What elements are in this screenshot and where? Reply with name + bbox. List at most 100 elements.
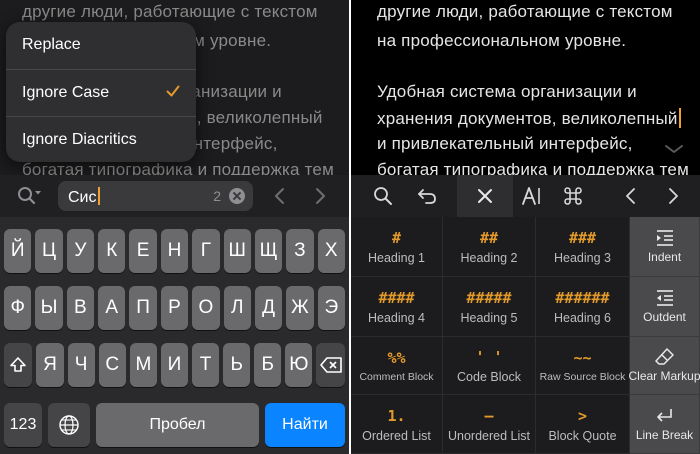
heading-4-button[interactable]: #### Heading 4 — [351, 277, 443, 337]
command-button[interactable] — [549, 175, 597, 217]
indent-button[interactable]: Indent — [630, 217, 700, 277]
heading-3-button[interactable]: ### Heading 3 — [536, 217, 630, 277]
button-label: Heading 5 — [460, 311, 518, 325]
key[interactable]: Ц — [35, 229, 63, 273]
keyboard: Й Ц У К Е Н Г Ш Щ З Х Ф Ы В А П Р О Л Д … — [0, 217, 349, 454]
menu-item-ignore-diacritics[interactable]: Ignore Diacritics — [6, 116, 196, 162]
text-format-button[interactable] — [507, 175, 555, 217]
key[interactable]: Т — [192, 343, 220, 387]
search-options-icon[interactable] — [16, 185, 42, 207]
shift-key[interactable] — [4, 343, 33, 387]
editor-line: другие люди, работающие с текстом — [22, 2, 318, 21]
key[interactable]: З — [286, 229, 314, 273]
globe-icon — [59, 415, 79, 435]
undo-button[interactable] — [403, 175, 451, 217]
key[interactable]: К — [98, 229, 126, 273]
clear-markup-button[interactable]: Clear Markup — [628, 337, 700, 395]
button-label: Heading 6 — [554, 311, 611, 325]
key[interactable]: Ж — [286, 286, 314, 330]
editor-text-area[interactable]: другие люди, работающие с текстом на про… — [0, 0, 349, 175]
key[interactable]: Н — [160, 229, 189, 273]
heading-6-button[interactable]: ###### Heading 6 — [536, 277, 630, 337]
heading-5-button[interactable]: ##### Heading 5 — [443, 277, 536, 337]
heading-1-button[interactable]: # Heading 1 — [351, 217, 443, 277]
markup-symbol: ## — [479, 229, 499, 247]
key[interactable]: Ф — [4, 286, 32, 330]
menu-item-replace[interactable]: Replace — [6, 22, 196, 68]
key[interactable]: Ч — [67, 343, 95, 387]
key[interactable]: М — [129, 343, 157, 387]
clear-icon[interactable] — [229, 188, 245, 204]
button-label: Clear Markup — [628, 369, 700, 383]
next-button[interactable] — [649, 175, 697, 217]
key[interactable]: И — [160, 343, 189, 387]
editor-line: и привлекательный интерфейс, — [377, 134, 633, 153]
heading-2-button[interactable]: ## Heading 2 — [443, 217, 536, 277]
key[interactable]: Д — [254, 286, 283, 330]
key[interactable]: Й — [4, 229, 32, 273]
key[interactable]: Ы — [35, 286, 63, 330]
return-icon — [656, 408, 672, 422]
menu-item-label: Ignore Case — [22, 83, 110, 101]
key[interactable]: Ь — [223, 343, 251, 387]
shift-icon — [10, 357, 27, 372]
command-icon — [564, 187, 582, 205]
space-key[interactable]: Пробел — [96, 403, 259, 447]
key[interactable]: Л — [223, 286, 251, 330]
close-keyboard-button[interactable] — [457, 175, 513, 217]
keyboard-row-4: 123 Пробел Найти — [4, 403, 345, 447]
key[interactable]: П — [129, 286, 157, 330]
editor-line: богатая типографика и поддержка тем — [377, 160, 689, 175]
key[interactable]: У — [66, 229, 95, 273]
chevron-right-icon[interactable] — [308, 184, 332, 208]
chevron-left-icon[interactable] — [268, 184, 292, 208]
raw-source-block-button[interactable]: ~~ Raw Source Block — [536, 337, 630, 395]
globe-key[interactable] — [48, 403, 90, 447]
key[interactable]: Щ — [254, 229, 283, 273]
key[interactable]: Е — [129, 229, 157, 273]
search-button[interactable] — [359, 175, 407, 217]
chevron-down-icon[interactable] — [663, 142, 685, 156]
left-panel: другие люди, работающие с текстом на про… — [0, 0, 349, 454]
key[interactable]: Г — [192, 229, 220, 273]
key[interactable]: Ю — [285, 343, 313, 387]
find-key[interactable]: Найти — [265, 403, 345, 447]
key[interactable]: Б — [254, 343, 282, 387]
comment-block-button[interactable]: %% Comment Block — [351, 337, 443, 395]
line-break-button[interactable]: Line Break — [630, 395, 700, 454]
key[interactable]: В — [66, 286, 95, 330]
outdent-button[interactable]: Outdent — [630, 277, 700, 337]
code-block-button[interactable]: ' ' Code Block — [443, 337, 536, 395]
numbers-key[interactable]: 123 — [4, 403, 42, 447]
unordered-list-button[interactable]: – Unordered List — [443, 395, 536, 454]
previous-button[interactable] — [607, 175, 655, 217]
text-caret — [678, 108, 681, 128]
key[interactable]: А — [98, 286, 126, 330]
editor-line: Удобная система организации и — [377, 82, 637, 101]
match-count: 2 — [213, 188, 221, 204]
key[interactable]: Х — [317, 229, 345, 273]
markup-symbol: ### — [568, 229, 597, 247]
key[interactable]: Э — [317, 286, 345, 330]
editor-line: на профессиональном уровне. — [377, 31, 627, 50]
button-label: Comment Block — [359, 371, 434, 383]
search-icon — [374, 187, 392, 205]
button-label: Heading 1 — [368, 251, 425, 265]
delete-key[interactable] — [316, 343, 345, 387]
key[interactable]: Я — [36, 343, 64, 387]
ordered-list-button[interactable]: 1. Ordered List — [351, 395, 443, 454]
find-options-menu: Replace Ignore Case Ignore Diacritics — [6, 22, 196, 162]
key[interactable]: Р — [160, 286, 189, 330]
button-label: Heading 3 — [554, 251, 611, 265]
outdent-icon — [656, 290, 673, 306]
button-label: Code Block — [457, 370, 521, 384]
key[interactable]: Ш — [223, 229, 251, 273]
key[interactable]: О — [192, 286, 220, 330]
markup-symbol: # — [391, 229, 402, 247]
find-input[interactable]: Сис 2 — [58, 181, 253, 211]
key[interactable]: С — [98, 343, 126, 387]
menu-item-ignore-case[interactable]: Ignore Case — [6, 69, 196, 115]
editor-text-area[interactable]: другие люди, работающие с текстом на про… — [351, 0, 700, 175]
markup-symbol: > — [577, 406, 588, 425]
block-quote-button[interactable]: > Block Quote — [536, 395, 630, 454]
